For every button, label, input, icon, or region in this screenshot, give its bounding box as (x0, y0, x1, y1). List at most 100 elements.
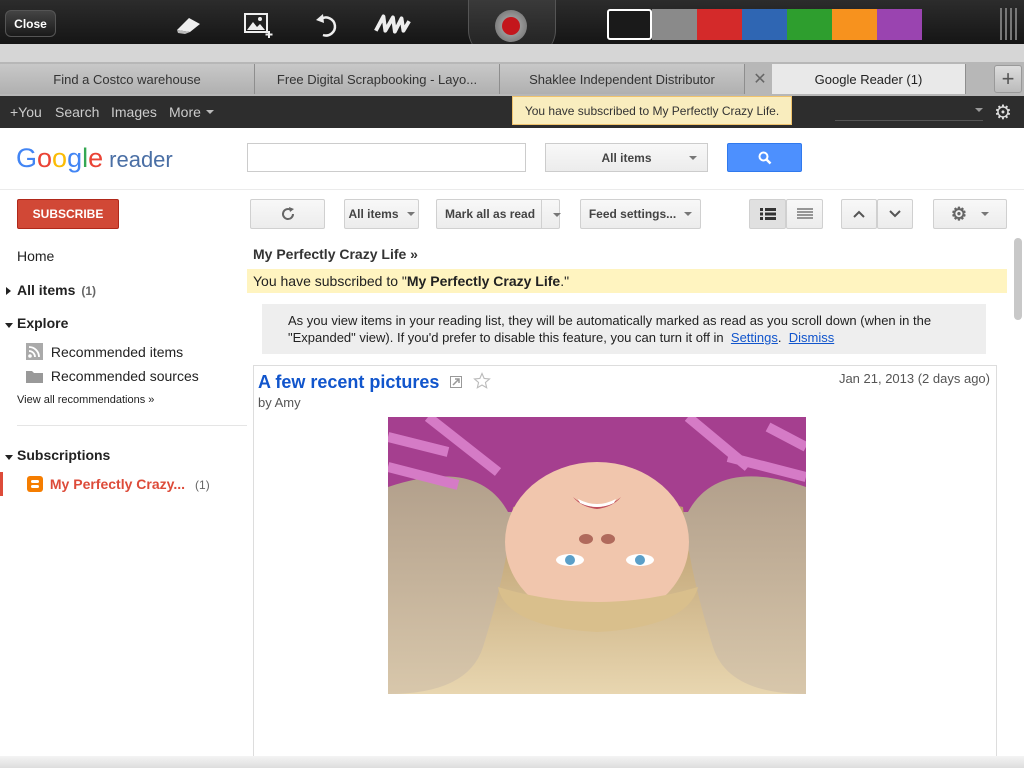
undo-icon[interactable] (306, 8, 346, 42)
sidebar-item-recommended-items[interactable]: Recommended items (26, 343, 183, 360)
sidebar-item-all-items[interactable]: All items (1) (6, 282, 96, 298)
add-image-icon[interactable] (238, 8, 278, 42)
refresh-button[interactable] (250, 199, 325, 229)
color-swatch-orange[interactable] (832, 9, 877, 40)
entry-author: by Amy (258, 395, 301, 410)
subscription-name: My Perfectly Crazy... (49, 476, 186, 492)
google-reader-logo: Google reader (16, 143, 173, 173)
chevron-down-icon (205, 110, 214, 114)
chevron-down-icon (975, 108, 983, 112)
search-input[interactable] (247, 143, 526, 172)
gbar-plus-you[interactable]: +You (10, 96, 42, 128)
new-tab-button[interactable]: + (994, 65, 1022, 93)
subscribe-button[interactable]: SUBSCRIBE (17, 199, 119, 229)
sidebar-item-subscription[interactable]: My Perfectly Crazy... (1) (27, 476, 210, 492)
gbar-search[interactable]: Search (55, 96, 99, 128)
search-button[interactable] (727, 143, 802, 172)
address-bar-strip (0, 44, 1024, 62)
mark-all-read-label: Mark all as read (445, 207, 536, 221)
refresh-icon (281, 207, 294, 220)
chevron-down-icon (553, 213, 561, 217)
next-item-button[interactable] (877, 199, 913, 229)
stream-title[interactable]: My Perfectly Crazy Life » (253, 246, 418, 262)
close-button[interactable]: Close (5, 10, 56, 37)
banner-suffix: ." (560, 273, 570, 289)
entry-photo (388, 417, 806, 694)
info-box: As you view items in your reading list, … (262, 304, 986, 354)
gbar-more[interactable]: More (169, 96, 214, 128)
subscription-toast: You have subscribed to My Perfectly Craz… (512, 96, 792, 125)
all-items-label: All items (348, 207, 399, 221)
recommended-items-label: Recommended items (50, 344, 184, 360)
sidebar-item-home[interactable]: Home (17, 248, 54, 264)
tab-google-reader[interactable]: Google Reader (1) (772, 64, 966, 94)
selected-indicator (0, 472, 3, 496)
entry-title[interactable]: A few recent pictures (258, 372, 492, 393)
expanded-view-button[interactable] (749, 199, 786, 229)
list-view-icon (796, 208, 813, 219)
bottom-bar (0, 756, 1024, 768)
color-swatch-red[interactable] (697, 9, 742, 40)
chevron-up-icon (853, 210, 865, 218)
chevron-down-icon (981, 212, 990, 216)
chevron-down-icon (889, 210, 901, 218)
search-icon (758, 151, 771, 164)
settings-link[interactable]: Settings (731, 330, 778, 345)
color-swatch-green[interactable] (787, 9, 832, 40)
chevron-down-icon (406, 212, 415, 216)
tab-close-icon[interactable]: ✕ (750, 70, 770, 88)
entry-date: Jan 21, 2013 (2 days ago) (838, 371, 990, 386)
banner-feed-name: My Perfectly Crazy Life (406, 273, 561, 289)
sidebar-divider (17, 425, 247, 426)
gear-icon[interactable]: ⚙ (992, 101, 1014, 124)
scope-label: All items (601, 150, 652, 165)
explore-label: Explore (17, 315, 69, 331)
account-menu[interactable] (835, 104, 983, 121)
feed-settings-label: Feed settings... (588, 207, 677, 221)
star-icon (473, 372, 492, 389)
external-link-icon (450, 376, 463, 388)
gbar-images[interactable]: Images (111, 96, 157, 128)
chevron-down-icon (684, 212, 693, 216)
view-all-recommendations-link[interactable]: View all recommendations » (17, 394, 154, 406)
banner-prefix: You have subscribed to " (253, 273, 407, 289)
blogger-icon (27, 476, 43, 492)
color-swatch-gray[interactable] (652, 9, 697, 40)
dismiss-link[interactable]: Dismiss (789, 330, 835, 345)
gear-icon: ⚙ (950, 203, 968, 224)
mark-all-read-button[interactable]: Mark all as read (436, 199, 561, 229)
entry-title-text: A few recent pictures (258, 372, 440, 392)
recommended-sources-label: Recommended sources (50, 368, 199, 384)
info-text: As you view items in your reading list, … (288, 313, 932, 345)
color-swatch-blue[interactable] (742, 9, 787, 40)
feed-settings-dropdown[interactable]: Feed settings... (580, 199, 701, 229)
list-view-button[interactable] (786, 199, 823, 229)
tab-shaklee[interactable]: Shaklee Independent Distributor (500, 64, 745, 94)
header-divider (0, 189, 1024, 190)
scribble-icon[interactable] (372, 8, 412, 42)
eraser-icon[interactable] (168, 8, 208, 42)
gbar-more-label: More (169, 104, 201, 120)
subscriptions-label: Subscriptions (17, 447, 111, 463)
tab-costco[interactable]: Find a Costco warehouse (0, 64, 255, 94)
subscription-banner: You have subscribed to " My Perfectly Cra… (247, 269, 1007, 293)
record-button[interactable] (495, 10, 527, 42)
chevron-down-icon (689, 156, 697, 160)
rss-icon (26, 343, 43, 360)
settings-dropdown[interactable]: ⚙ (933, 199, 1007, 229)
search-scope-select[interactable]: All items (545, 143, 708, 172)
scrollbar[interactable] (1014, 238, 1022, 320)
previous-item-button[interactable] (841, 199, 877, 229)
color-swatch-purple[interactable] (877, 9, 922, 40)
all-items-dropdown[interactable]: All items (344, 199, 419, 229)
grip-handle-icon[interactable] (1000, 8, 1018, 40)
color-swatch-black[interactable] (607, 9, 652, 40)
sidebar-item-recommended-sources[interactable]: Recommended sources (26, 368, 199, 384)
expand-arrow-icon (6, 287, 11, 295)
all-items-label: All items (17, 282, 76, 298)
sidebar-item-subscriptions[interactable]: Subscriptions (5, 447, 110, 463)
expanded-view-icon (759, 208, 776, 220)
sidebar-item-explore[interactable]: Explore (5, 315, 68, 331)
all-items-count: (1) (81, 284, 97, 298)
tab-scrapbooking[interactable]: Free Digital Scrapbooking - Layo... (255, 64, 500, 94)
